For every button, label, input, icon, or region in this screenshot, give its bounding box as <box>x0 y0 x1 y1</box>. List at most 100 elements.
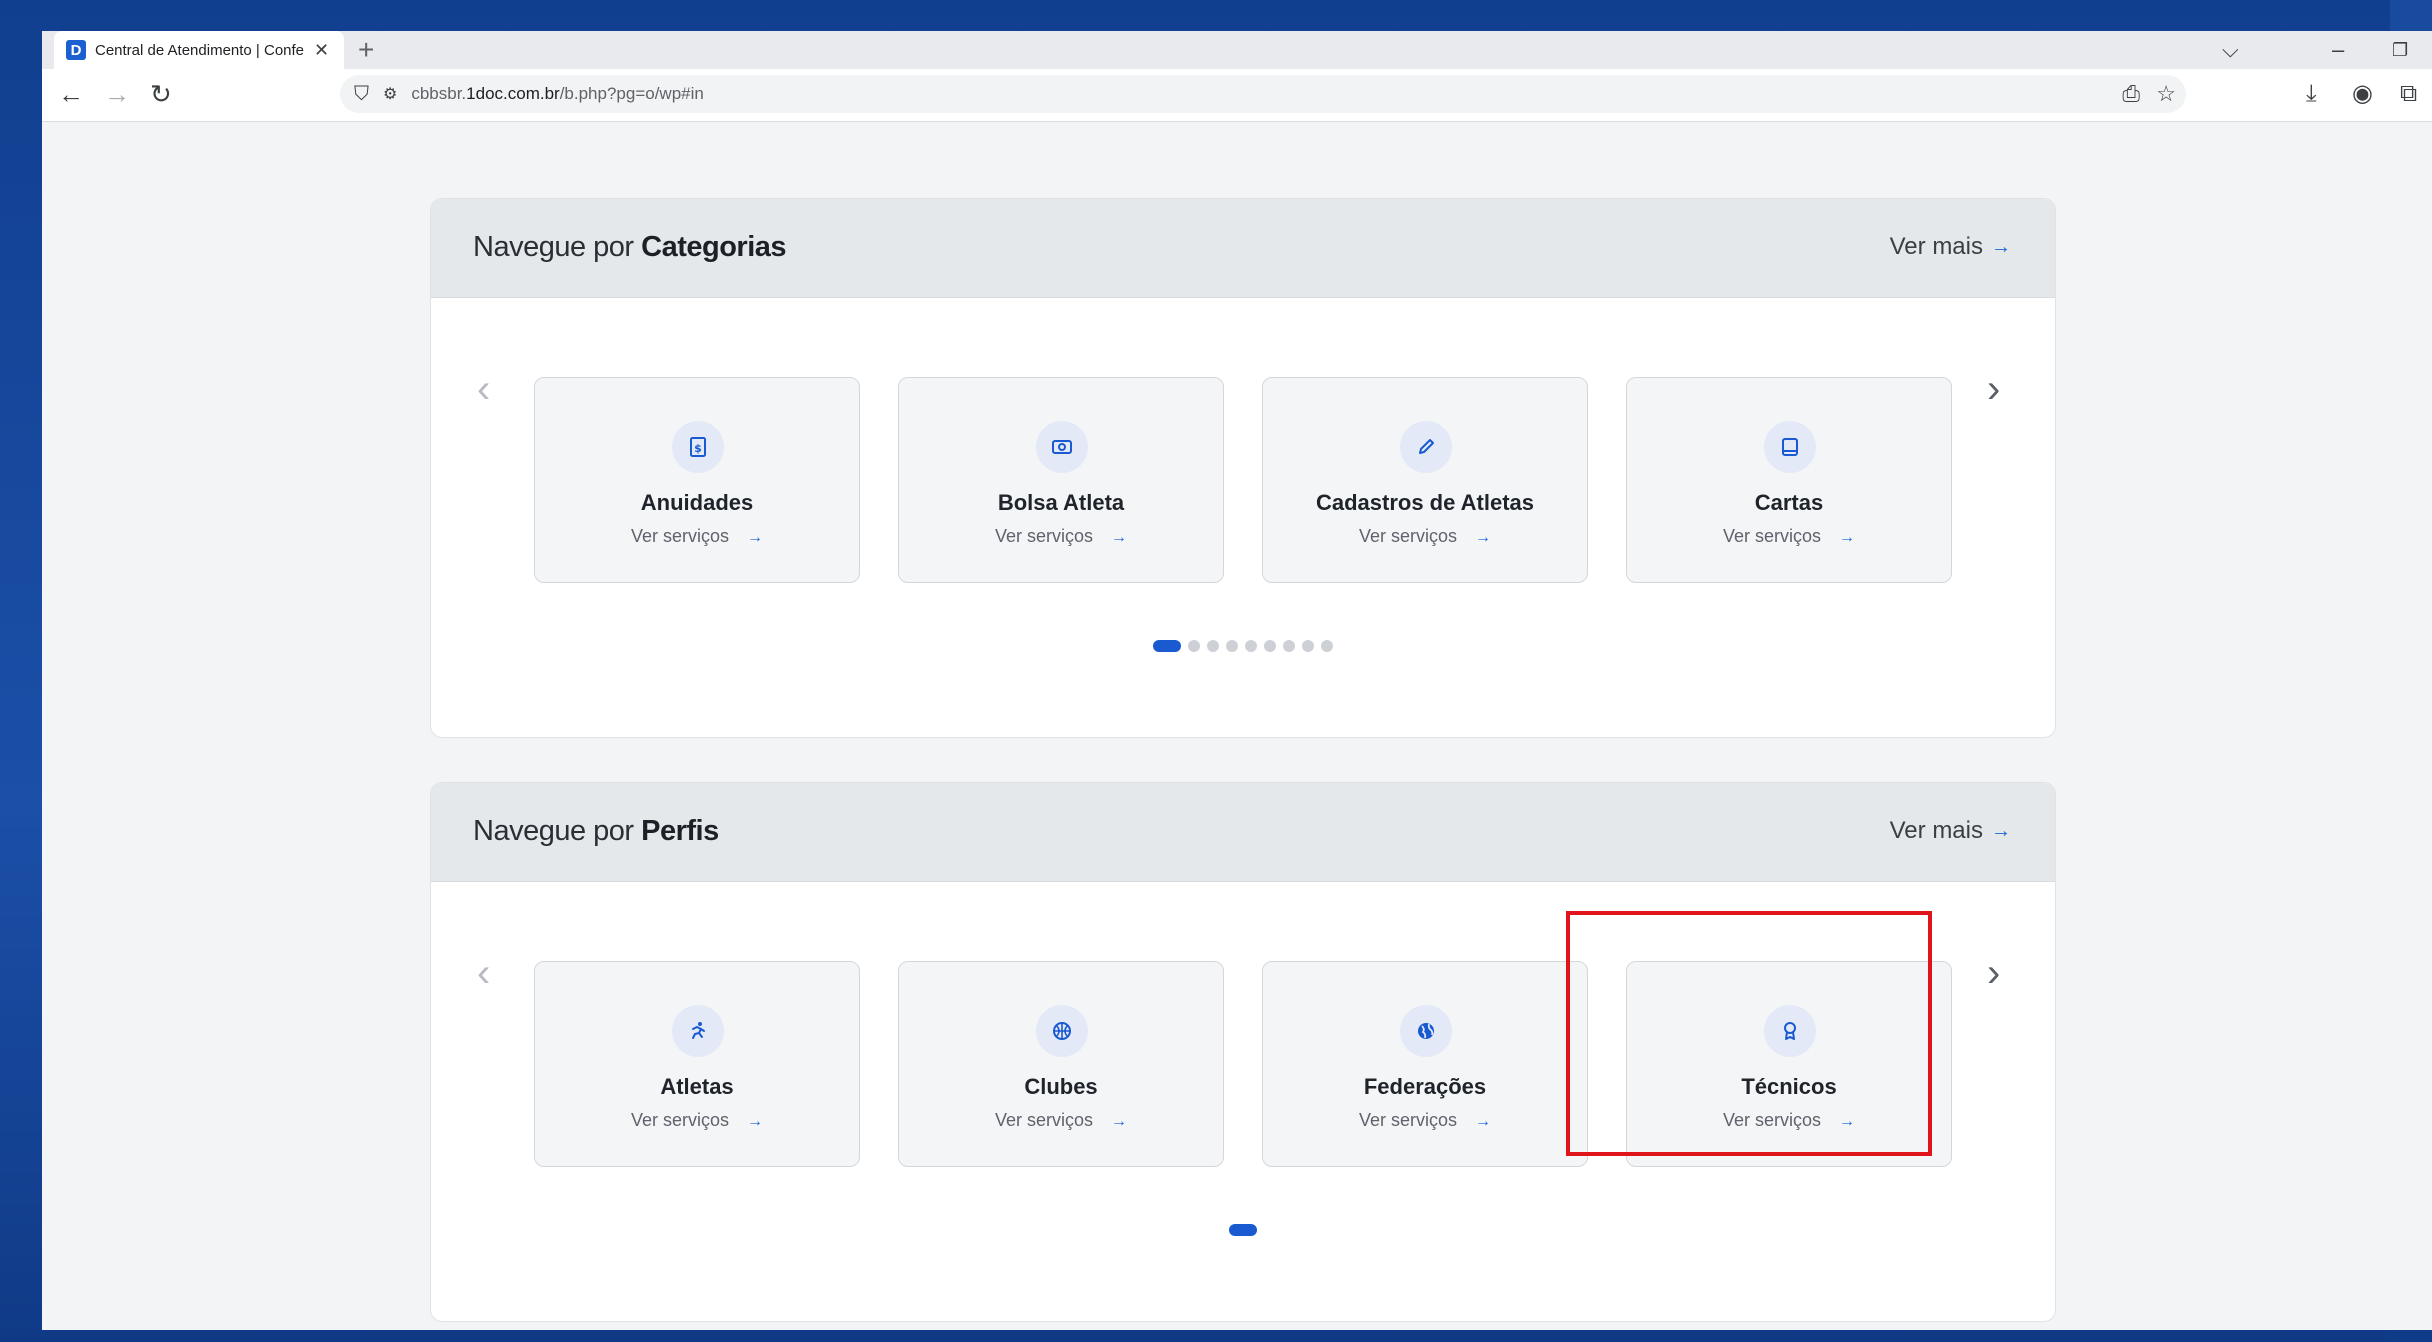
carousel-dot[interactable] <box>1188 640 1200 652</box>
title-prefix: Navegue por <box>473 231 634 263</box>
url-text[interactable]: cbbsbr.1doc.com.br/b.php?pg=o/wp#in <box>411 84 704 104</box>
extensions-icon[interactable]: ⧉ <box>2400 77 2417 111</box>
category-card-anuidades[interactable]: $ Anuidades Ver serviços → <box>534 377 860 583</box>
card-link[interactable]: Ver serviços → <box>535 1110 859 1131</box>
carousel-dot[interactable] <box>1264 640 1276 652</box>
browser-tab[interactable]: D Central de Atendimento | Confe ✕ <box>54 31 344 69</box>
card-title: Técnicos <box>1741 1074 1837 1099</box>
category-card-bolsa-atleta[interactable]: Bolsa Atleta Ver serviços → <box>898 377 1224 583</box>
browser-toolbar: ← → ↻ ⛉ ⚙ cbbsbr.1doc.com.br/b.php?pg=o/… <box>42 69 2432 122</box>
categories-section: Navegue por Categorias Ver mais → ‹ › $ … <box>430 198 2056 738</box>
arrow-right-icon: → <box>1839 1113 1856 1130</box>
card-title: Federações <box>1363 1074 1487 1099</box>
profile-card-clubes[interactable]: Clubes Ver serviços → <box>898 961 1224 1167</box>
arrow-right-icon: → <box>1111 1113 1128 1130</box>
profile-card-atletas[interactable]: Atletas Ver serviços → <box>534 961 860 1167</box>
carousel-dot[interactable] <box>1283 640 1295 652</box>
restore-icon[interactable]: ❐ <box>2392 33 2408 67</box>
card-title: Cadastros de Atletas <box>1315 490 1535 515</box>
card-link[interactable]: Ver serviços → <box>1263 526 1587 547</box>
carousel-pagination <box>431 1224 2055 1236</box>
card-link[interactable]: Ver serviços → <box>1627 1110 1951 1131</box>
minimize-icon[interactable]: – <box>2332 33 2344 67</box>
globe-icon <box>1400 1005 1452 1057</box>
tab-title: Central de Atendimento | Confe <box>95 41 305 59</box>
carousel-pagination <box>431 640 2055 652</box>
arrow-right-icon: → <box>1839 529 1856 546</box>
arrow-right-icon: → <box>1475 1113 1492 1130</box>
title-bold: Perfis <box>641 815 719 847</box>
back-arrow-icon[interactable]: ← <box>58 77 84 111</box>
arrow-right-icon: → <box>747 529 764 546</box>
carousel-dot[interactable] <box>1302 640 1314 652</box>
arrow-right-icon: → <box>1991 819 2011 842</box>
category-card-cadastros-de-atletas[interactable]: Cadastros de Atletas Ver serviços → <box>1262 377 1588 583</box>
site-settings-icon[interactable]: ⚙ <box>383 84 397 104</box>
ver-mais-link[interactable]: Ver mais → <box>1890 233 2011 261</box>
running-person-icon <box>672 1005 724 1057</box>
card-link[interactable]: Ver serviços → <box>535 526 859 547</box>
card-link[interactable]: Ver serviços → <box>899 1110 1223 1131</box>
carousel-dot[interactable] <box>1321 640 1333 652</box>
downloads-icon[interactable]: ⤓ <box>2306 77 2317 111</box>
svg-text:$: $ <box>694 442 702 455</box>
reload-icon[interactable]: ↻ <box>150 77 172 111</box>
profile-card-federacoes[interactable]: Federações Ver serviços → <box>1262 961 1588 1167</box>
tab-strip: D Central de Atendimento | Confe ✕ + ⌵ –… <box>42 31 2432 69</box>
url-path: /b.php?pg=o/wp#in <box>559 84 704 103</box>
card-title: Bolsa Atleta <box>997 490 1125 515</box>
card-link[interactable]: Ver serviços → <box>1263 1110 1587 1131</box>
arrow-right-icon: → <box>1991 235 2011 258</box>
categories-section-title: Navegue por Categorias <box>473 231 787 264</box>
account-icon[interactable]: ◉ <box>2352 77 2373 111</box>
card-link-label: Ver serviços <box>994 526 1094 546</box>
bookmark-star-icon[interactable]: ☆ <box>2156 81 2176 107</box>
carousel-dot[interactable] <box>1207 640 1219 652</box>
card-link-label: Ver serviços <box>994 1110 1094 1130</box>
award-icon <box>1764 1005 1816 1057</box>
new-tab-icon[interactable]: + <box>358 33 374 67</box>
card-link[interactable]: Ver serviços → <box>899 526 1223 547</box>
category-card-cartas[interactable]: Cartas Ver serviços → <box>1626 377 1952 583</box>
card-link-label: Ver serviços <box>1722 1110 1822 1130</box>
book-icon <box>1764 421 1816 473</box>
card-link-label: Ver serviços <box>630 526 730 546</box>
profiles-section: Navegue por Perfis Ver mais → ‹ › Atleta… <box>430 782 2056 1322</box>
card-title: Clubes <box>1024 1074 1098 1099</box>
card-link[interactable]: Ver serviços → <box>1627 526 1951 547</box>
card-link-label: Ver serviços <box>1358 1110 1458 1130</box>
basketball-icon <box>1036 1005 1088 1057</box>
carousel-next-icon[interactable]: › <box>1987 369 2000 409</box>
url-host: 1doc.com.br <box>466 84 560 103</box>
carousel-dot[interactable] <box>1245 640 1257 652</box>
receipt-icon: $ <box>672 421 724 473</box>
shield-icon[interactable]: ⛉ <box>354 83 369 106</box>
pencil-icon <box>1400 421 1452 473</box>
forward-arrow-icon[interactable]: → <box>104 77 130 111</box>
arrow-right-icon: → <box>1475 529 1492 546</box>
address-bar[interactable]: ⛉ ⚙ cbbsbr.1doc.com.br/b.php?pg=o/wp#in … <box>340 75 2186 113</box>
title-bold: Categorias <box>641 231 787 263</box>
carousel-next-icon[interactable]: › <box>1987 953 2000 993</box>
card-link-label: Ver serviços <box>1722 526 1822 546</box>
ver-mais-link[interactable]: Ver mais → <box>1890 817 2011 845</box>
install-app-icon[interactable]: ⎙ <box>2122 81 2140 107</box>
carousel-dot[interactable] <box>1229 1224 1257 1236</box>
profile-card-tecnicos[interactable]: Técnicos Ver serviços → <box>1626 961 1952 1167</box>
profiles-section-header: Navegue por Perfis Ver mais → <box>431 783 2055 882</box>
carousel-prev-icon[interactable]: ‹ <box>477 953 490 993</box>
card-link-label: Ver serviços <box>1358 526 1458 546</box>
profiles-section-title: Navegue por Perfis <box>473 815 719 848</box>
card-title: Atletas <box>660 1074 734 1099</box>
carousel-prev-icon[interactable]: ‹ <box>477 369 490 409</box>
arrow-right-icon: → <box>747 1113 764 1130</box>
close-tab-icon[interactable]: ✕ <box>314 40 329 61</box>
card-title: Cartas <box>1754 490 1824 515</box>
carousel-dot[interactable] <box>1226 640 1238 652</box>
categories-section-header: Navegue por Categorias Ver mais → <box>431 199 2055 298</box>
ver-mais-label: Ver mais <box>1889 817 1983 844</box>
tab-list-chevron-icon[interactable]: ⌵ <box>2222 33 2239 67</box>
carousel-dot[interactable] <box>1153 640 1181 652</box>
money-icon <box>1036 421 1088 473</box>
arrow-right-icon: → <box>1111 529 1128 546</box>
